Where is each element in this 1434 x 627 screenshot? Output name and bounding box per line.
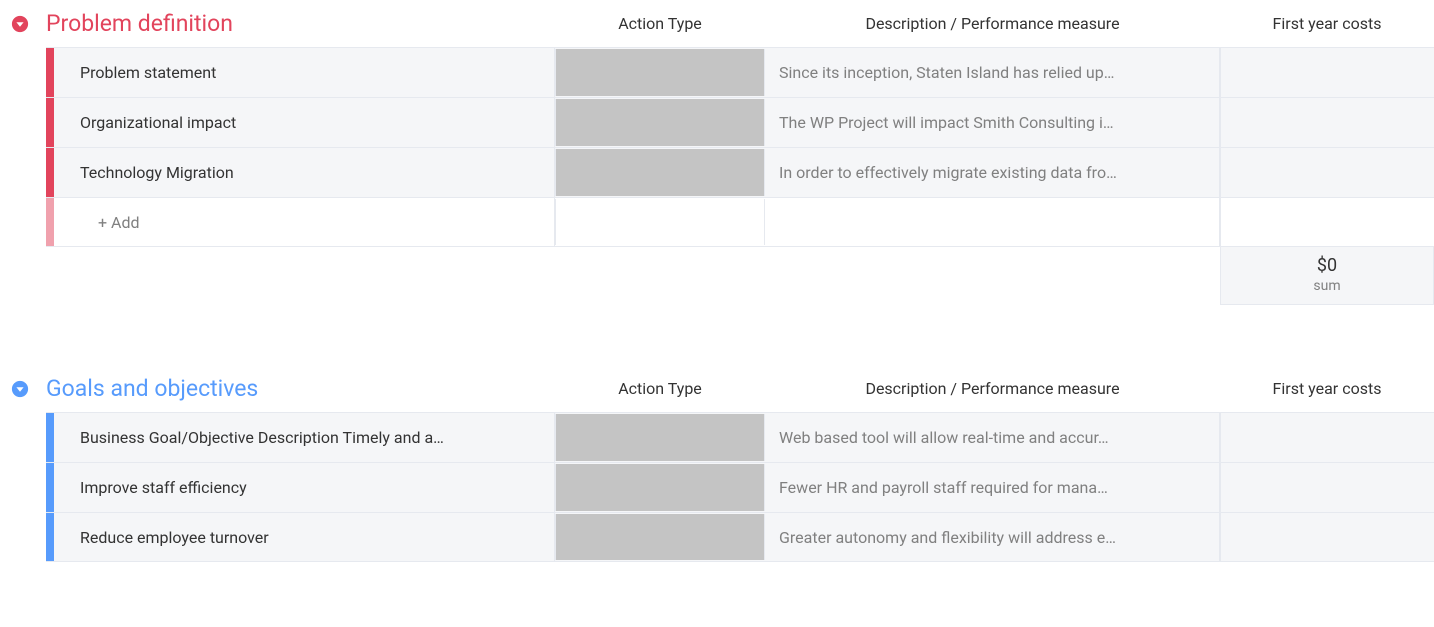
row-marker — [46, 463, 54, 512]
row-label-cell: Business Goal/Objective Description Time… — [46, 413, 555, 462]
description-cell[interactable]: Since its inception, Staten Island has r… — [765, 48, 1220, 97]
row-label[interactable]: Organizational impact — [54, 113, 236, 132]
table-row[interactable]: Technology Migration In order to effecti… — [46, 147, 1434, 197]
section-title-wrap: Goals and objectives — [0, 375, 555, 402]
row-marker — [46, 413, 54, 462]
column-header-first-year-costs[interactable]: First year costs — [1220, 14, 1434, 33]
row-label-cell: Reduce employee turnover — [46, 513, 555, 561]
section-header: Problem definition Action Type Descripti… — [0, 0, 1434, 47]
row-marker — [46, 198, 54, 246]
row-label[interactable]: Business Goal/Objective Description Time… — [54, 428, 444, 447]
action-type-cell[interactable] — [555, 49, 765, 96]
column-header-description[interactable]: Description / Performance measure — [765, 14, 1220, 33]
cost-cell[interactable] — [1220, 148, 1434, 197]
row-label-cell: + Add — [46, 198, 555, 246]
column-header-action-type[interactable]: Action Type — [555, 379, 765, 398]
summary-row: $0 sum — [46, 247, 1434, 305]
row-label-cell: Technology Migration — [46, 148, 555, 197]
row-label[interactable]: Problem statement — [54, 63, 216, 82]
collapse-icon[interactable] — [10, 14, 30, 34]
row-marker — [46, 148, 54, 197]
action-type-cell[interactable] — [555, 514, 765, 560]
row-marker — [46, 98, 54, 147]
description-cell[interactable]: Web based tool will allow real-time and … — [765, 413, 1220, 462]
cost-cell[interactable] — [1220, 513, 1434, 561]
row-label[interactable]: Reduce employee turnover — [54, 528, 269, 547]
row-marker — [46, 513, 54, 561]
cost-cell[interactable] — [1220, 463, 1434, 512]
rows-container: Business Goal/Objective Description Time… — [0, 412, 1434, 562]
table-row[interactable]: Organizational impact The WP Project wil… — [46, 97, 1434, 147]
add-label[interactable]: + Add — [54, 213, 140, 232]
column-header-action-type[interactable]: Action Type — [555, 14, 765, 33]
description-cell[interactable]: Greater autonomy and flexibility will ad… — [765, 513, 1220, 561]
cost-cell[interactable] — [1220, 98, 1434, 147]
summary-value: $0 — [1221, 255, 1433, 276]
rows-container: Problem statement Since its inception, S… — [0, 47, 1434, 247]
section-title[interactable]: Problem definition — [46, 10, 233, 37]
action-type-cell[interactable] — [555, 464, 765, 511]
summary-label: sum — [1221, 278, 1433, 294]
cost-cell[interactable] — [1220, 413, 1434, 462]
description-cell[interactable]: The WP Project will impact Smith Consult… — [765, 98, 1220, 147]
row-label-cell: Organizational impact — [46, 98, 555, 147]
action-type-cell[interactable] — [555, 99, 765, 146]
section-header: Goals and objectives Action Type Descrip… — [0, 365, 1434, 412]
action-type-cell — [555, 199, 765, 245]
summary-cell: $0 sum — [1220, 247, 1434, 305]
section-problem-definition: Problem definition Action Type Descripti… — [0, 0, 1434, 305]
row-label-cell: Improve staff efficiency — [46, 463, 555, 512]
section-title[interactable]: Goals and objectives — [46, 375, 258, 402]
cost-cell — [1220, 198, 1434, 246]
table-row[interactable]: Improve staff efficiency Fewer HR and pa… — [46, 462, 1434, 512]
column-header-description[interactable]: Description / Performance measure — [765, 379, 1220, 398]
action-type-cell[interactable] — [555, 414, 765, 461]
section-goals-and-objectives: Goals and objectives Action Type Descrip… — [0, 365, 1434, 562]
description-cell[interactable]: Fewer HR and payroll staff required for … — [765, 463, 1220, 512]
row-label-cell: Problem statement — [46, 48, 555, 97]
row-label[interactable]: Improve staff efficiency — [54, 478, 247, 497]
description-cell[interactable]: In order to effectively migrate existing… — [765, 148, 1220, 197]
collapse-icon[interactable] — [10, 379, 30, 399]
section-title-wrap: Problem definition — [0, 10, 555, 37]
table-row[interactable]: Business Goal/Objective Description Time… — [46, 412, 1434, 462]
column-header-first-year-costs[interactable]: First year costs — [1220, 379, 1434, 398]
table-row[interactable]: Reduce employee turnover Greater autonom… — [46, 512, 1434, 562]
row-label[interactable]: Technology Migration — [54, 163, 234, 182]
cost-cell[interactable] — [1220, 48, 1434, 97]
row-marker — [46, 48, 54, 97]
description-cell — [765, 198, 1220, 246]
table-row[interactable]: Problem statement Since its inception, S… — [46, 47, 1434, 97]
action-type-cell[interactable] — [555, 149, 765, 196]
add-row[interactable]: + Add — [46, 197, 1434, 247]
